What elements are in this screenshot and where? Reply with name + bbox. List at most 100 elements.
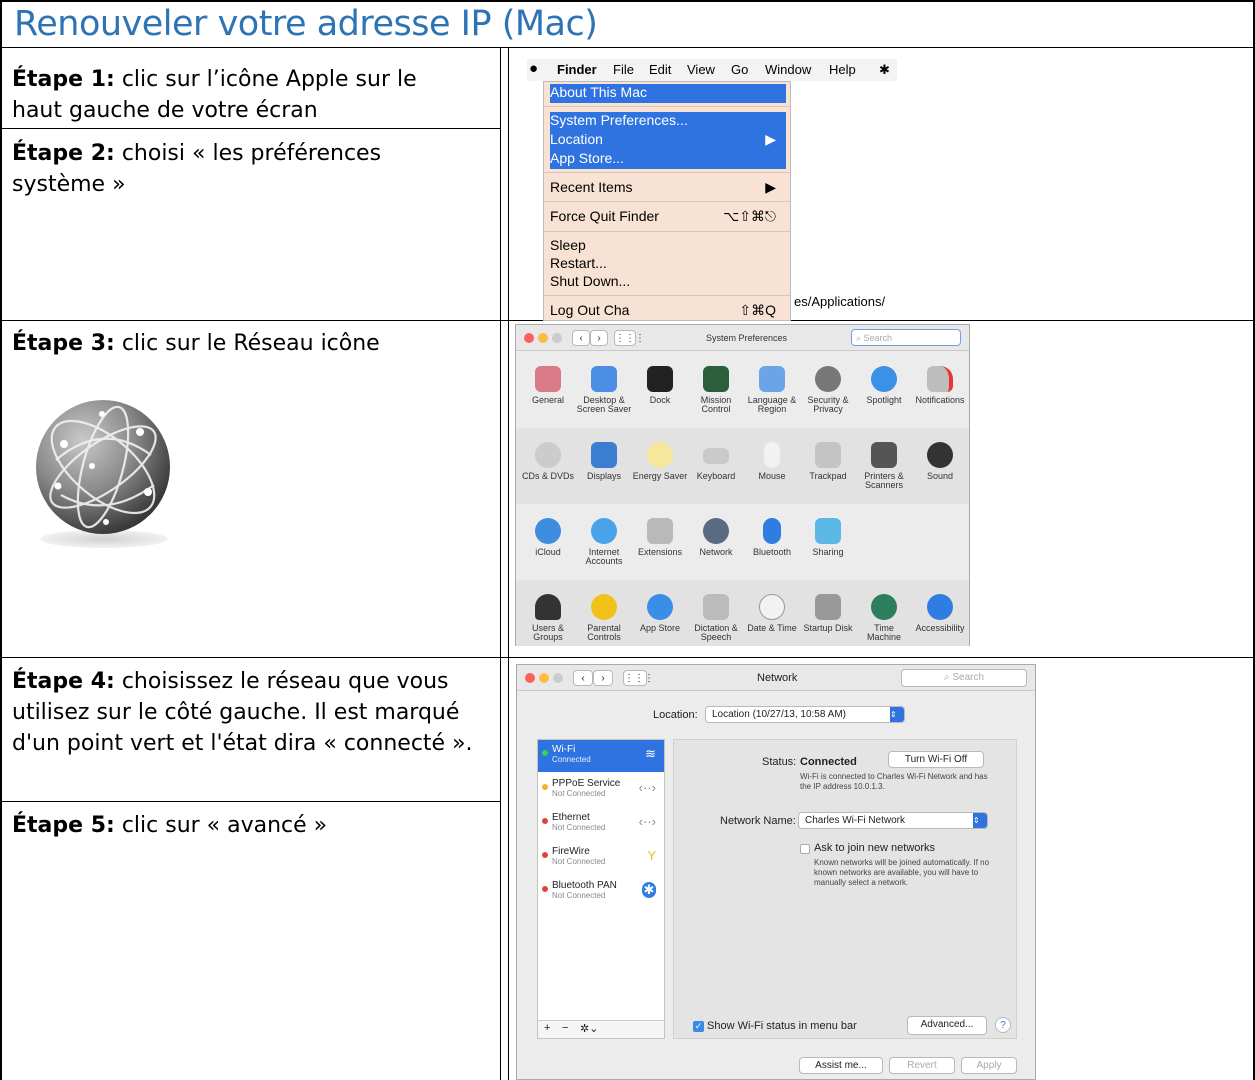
gear-icon[interactable]: ✲⌄ — [580, 1022, 598, 1035]
pref-displays[interactable]: Displays — [576, 442, 632, 481]
menu-view[interactable]: View — [687, 62, 715, 77]
pref-users[interactable]: Users & Groups — [520, 594, 576, 642]
zoom-button[interactable] — [553, 673, 563, 683]
pref-mission-control[interactable]: Mission Control — [688, 366, 744, 414]
service-wifi[interactable]: Wi-Fi Connected ≋ — [538, 740, 664, 772]
pref-accessibility[interactable]: Accessibility — [912, 594, 968, 633]
help-button[interactable]: ? — [995, 1017, 1011, 1033]
pref-internet-accounts[interactable]: Internet Accounts — [576, 518, 632, 566]
firewire-icon: Y — [647, 848, 656, 863]
menu-item-recent-items[interactable]: Recent Items ▶ — [550, 179, 786, 198]
forward-button[interactable]: › — [590, 330, 608, 346]
location-select[interactable]: Location (10/27/13, 10:58 AM) ⇕ — [705, 706, 905, 723]
revert-button[interactable]: Revert — [889, 1057, 955, 1074]
forward-button[interactable]: › — [593, 670, 613, 686]
pref-cds-dvds[interactable]: CDs & DVDs — [520, 442, 576, 481]
add-service-button[interactable]: + — [544, 1022, 550, 1034]
menu-item-label: Restart... — [550, 255, 607, 271]
pref-date-time[interactable]: Date & Time — [744, 594, 800, 633]
menu-go[interactable]: Go — [731, 62, 748, 77]
pref-printers[interactable]: Printers & Scanners — [856, 442, 912, 490]
detail-pane: Status: Connected Turn Wi-Fi Off Wi-Fi i… — [673, 739, 1017, 1039]
service-pppoe[interactable]: PPPoE Service Not Connected ‹··› — [538, 774, 664, 806]
pref-parental[interactable]: Parental Controls — [576, 594, 632, 642]
pref-dictation[interactable]: Dictation & Speech — [688, 594, 744, 642]
network-name-select[interactable]: Charles Wi-Fi Network ⇕ — [798, 812, 988, 829]
show-all-button[interactable]: ⋮⋮⋮ — [623, 670, 654, 686]
pref-dock[interactable]: Dock — [632, 366, 688, 405]
service-bluetooth-pan[interactable]: Bluetooth PAN Not Connected ✱ — [538, 876, 664, 908]
back-button[interactable]: ‹ — [573, 670, 593, 686]
speaker-icon — [927, 442, 953, 468]
advanced-button[interactable]: Advanced... — [907, 1016, 987, 1035]
status-value: Connected — [800, 756, 857, 768]
menu-item-shut-down[interactable]: Shut Down... — [550, 273, 786, 292]
pref-bluetooth[interactable]: Bluetooth — [744, 518, 800, 557]
pref-sharing[interactable]: Sharing — [800, 518, 856, 557]
apply-button[interactable]: Apply — [961, 1057, 1017, 1074]
service-firewire[interactable]: FireWire Not Connected Y — [538, 842, 664, 874]
app-store-icon — [647, 594, 673, 620]
apple-logo-icon[interactable]: ● — [529, 60, 538, 77]
show-status-checkbox[interactable]: ✓ — [693, 1021, 704, 1032]
service-ethernet[interactable]: Ethernet Not Connected ‹··› — [538, 808, 664, 840]
cd-icon — [535, 442, 561, 468]
prefs-row-1: General Desktop & Screen Saver Dock Miss… — [516, 352, 969, 428]
assist-me-button[interactable]: Assist me... — [799, 1057, 883, 1074]
step-1: Étape 1: clic sur l’icône Apple sur le h… — [12, 64, 472, 126]
pref-spotlight[interactable]: Spotlight — [856, 366, 912, 405]
menu-edit[interactable]: Edit — [649, 62, 671, 77]
spotlight-icon — [871, 366, 897, 392]
minimize-button[interactable] — [538, 333, 548, 343]
prefs-row-2: CDs & DVDs Displays Energy Saver Keyboar… — [516, 428, 969, 504]
pref-network[interactable]: Network — [688, 518, 744, 557]
pref-security[interactable]: Security & Privacy — [800, 366, 856, 414]
pref-label: Users & Groups — [531, 623, 564, 642]
pref-time-machine[interactable]: Time Machine — [856, 594, 912, 642]
minimize-button[interactable] — [539, 673, 549, 683]
pref-sound[interactable]: Sound — [912, 442, 968, 481]
pref-startup-disk[interactable]: Startup Disk — [800, 594, 856, 633]
menu-separator — [544, 172, 790, 173]
menu-item-system-preferences[interactable]: System Preferences... — [550, 112, 786, 131]
menu-item-force-quit[interactable]: Force Quit Finder ⌥⇧⌘⎋ — [550, 208, 786, 227]
pref-label: General — [531, 395, 565, 405]
pref-extensions[interactable]: Extensions — [632, 518, 688, 557]
remove-service-button[interactable]: − — [562, 1022, 568, 1034]
menu-item-restart[interactable]: Restart... — [550, 255, 786, 274]
pref-general[interactable]: General — [520, 366, 576, 405]
menu-file[interactable]: File — [613, 62, 634, 77]
menu-item-sleep[interactable]: Sleep — [550, 237, 786, 256]
search-field[interactable]: ⌕ Search — [851, 329, 961, 346]
zoom-button[interactable] — [552, 333, 562, 343]
show-all-button[interactable]: ⋮⋮⋮ — [614, 330, 645, 346]
pref-energy[interactable]: Energy Saver — [632, 442, 688, 481]
pref-icloud[interactable]: iCloud — [520, 518, 576, 557]
pref-label: Language & Region — [747, 395, 797, 414]
apple-menu-dropdown: About This Mac System Preferences... Loc… — [543, 81, 791, 321]
pref-trackpad[interactable]: Trackpad — [800, 442, 856, 481]
pref-mouse[interactable]: Mouse — [744, 442, 800, 481]
ask-join-checkbox[interactable] — [800, 844, 810, 854]
turn-wifi-off-button[interactable]: Turn Wi-Fi Off — [888, 751, 984, 768]
pref-label: Spotlight — [866, 395, 902, 405]
pref-notifications[interactable]: Notifications — [912, 366, 968, 405]
menu-help[interactable]: Help — [829, 62, 856, 77]
close-button[interactable] — [524, 333, 534, 343]
search-field[interactable]: ⌕ Search — [901, 669, 1027, 687]
menu-finder[interactable]: Finder — [557, 62, 597, 77]
pref-language[interactable]: Language & Region — [744, 366, 800, 414]
menu-item-log-out[interactable]: Log Out Cha ⇧⌘Q — [550, 302, 786, 321]
pref-keyboard[interactable]: Keyboard — [688, 442, 744, 481]
pref-desktop[interactable]: Desktop & Screen Saver — [576, 366, 632, 414]
pref-app-store[interactable]: App Store — [632, 594, 688, 633]
menu-item-about[interactable]: About This Mac — [550, 84, 786, 103]
ethernet-icon: ‹··› — [638, 814, 656, 829]
menu-window[interactable]: Window — [765, 62, 811, 77]
close-button[interactable] — [525, 673, 535, 683]
pref-label: Extensions — [637, 547, 683, 557]
network-icon — [703, 518, 729, 544]
menu-item-app-store[interactable]: App Store... — [550, 150, 786, 169]
menu-item-location[interactable]: Location ▶ — [550, 131, 786, 150]
back-button[interactable]: ‹ — [572, 330, 590, 346]
